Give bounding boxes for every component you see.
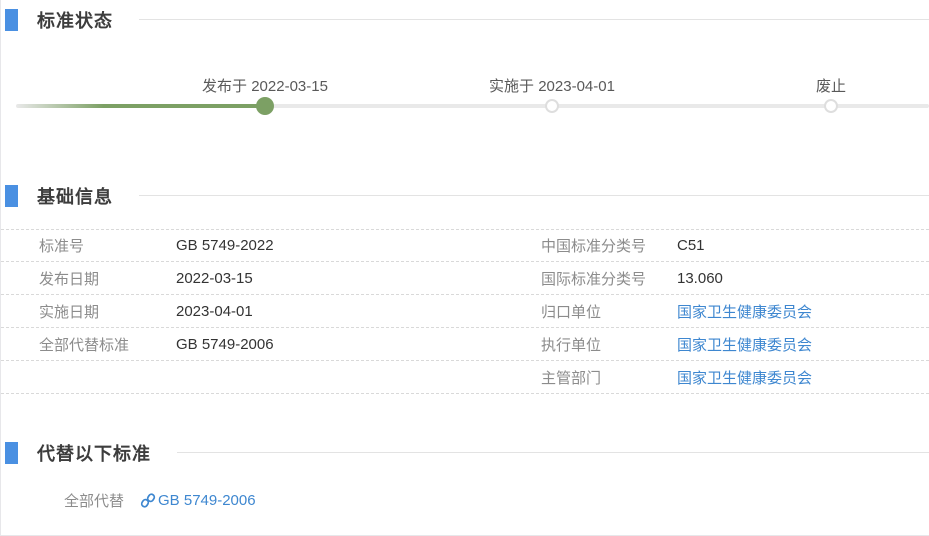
- publish-date-value: 2022-03-15: [176, 270, 541, 287]
- section-marker: [5, 442, 18, 464]
- status-section-header: 标准状态: [1, 8, 929, 31]
- table-row: 主管部门 国家卫生健康委员会: [1, 361, 929, 394]
- section-marker: [5, 185, 18, 207]
- basic-info-section-header: 基础信息: [1, 184, 929, 207]
- replaced-section-title: 代替以下标准: [37, 440, 151, 466]
- basic-info-table: 标准号 GB 5749-2022 中国标准分类号 C51 发布日期 2022-0…: [1, 229, 929, 394]
- basic-info-section-title: 基础信息: [37, 183, 113, 209]
- field-label: 发布日期: [39, 268, 176, 289]
- implement-date-value: 2023-04-01: [176, 303, 541, 320]
- replaced-section-header: 代替以下标准: [1, 441, 929, 464]
- timeline-dot-implemented: [545, 99, 559, 113]
- field-label: 执行单位: [541, 334, 677, 355]
- chain-link-icon: [140, 492, 156, 509]
- timeline-step-published-label: 发布于 2022-03-15: [202, 75, 328, 96]
- field-label: 主管部门: [541, 367, 677, 388]
- replaced-standard-value: GB 5749-2006: [176, 336, 541, 353]
- table-row: 全部代替标准 GB 5749-2006 执行单位 国家卫生健康委员会: [1, 328, 929, 361]
- timeline-dot-published: [256, 97, 274, 115]
- standard-number-value: GB 5749-2022: [176, 237, 541, 254]
- table-row: 发布日期 2022-03-15 国际标准分类号 13.060: [1, 262, 929, 295]
- timeline-progress: [16, 104, 266, 108]
- standard-detail-page: 标准状态 发布于 2022-03-15 实施于 2023-04-01 废止 基础…: [0, 0, 929, 536]
- timeline-step-abolished-label: 废止: [816, 75, 846, 96]
- executing-unit-link[interactable]: 国家卫生健康委员会: [677, 337, 812, 354]
- field-label: 国际标准分类号: [541, 268, 677, 289]
- field-label: 全部代替标准: [39, 334, 176, 355]
- timeline-dot-abolished: [824, 99, 838, 113]
- status-section-title: 标准状态: [37, 7, 113, 33]
- section-divider: [177, 452, 929, 453]
- field-label: 中国标准分类号: [541, 235, 677, 256]
- replace-relation-label: 全部代替: [64, 490, 124, 511]
- field-label: 标准号: [39, 235, 176, 256]
- section-divider: [139, 19, 929, 20]
- replaced-standard-link[interactable]: GB 5749-2006: [158, 492, 256, 509]
- replaced-standard-row: 全部代替 GB 5749-2006: [1, 490, 929, 511]
- section-divider: [139, 195, 929, 196]
- timeline-step-implemented-label: 实施于 2023-04-01: [489, 75, 615, 96]
- status-timeline: 发布于 2022-03-15 实施于 2023-04-01 废止: [1, 75, 929, 127]
- centralized-unit-link[interactable]: 国家卫生健康委员会: [677, 304, 812, 321]
- field-label: 实施日期: [39, 301, 176, 322]
- field-label: 归口单位: [541, 301, 677, 322]
- ics-code-value: 13.060: [677, 270, 929, 287]
- table-row: 实施日期 2023-04-01 归口单位 国家卫生健康委员会: [1, 295, 929, 328]
- table-row: 标准号 GB 5749-2022 中国标准分类号 C51: [1, 229, 929, 262]
- section-marker: [5, 9, 18, 31]
- ccs-code-value: C51: [677, 237, 929, 254]
- competent-department-link[interactable]: 国家卫生健康委员会: [677, 370, 812, 387]
